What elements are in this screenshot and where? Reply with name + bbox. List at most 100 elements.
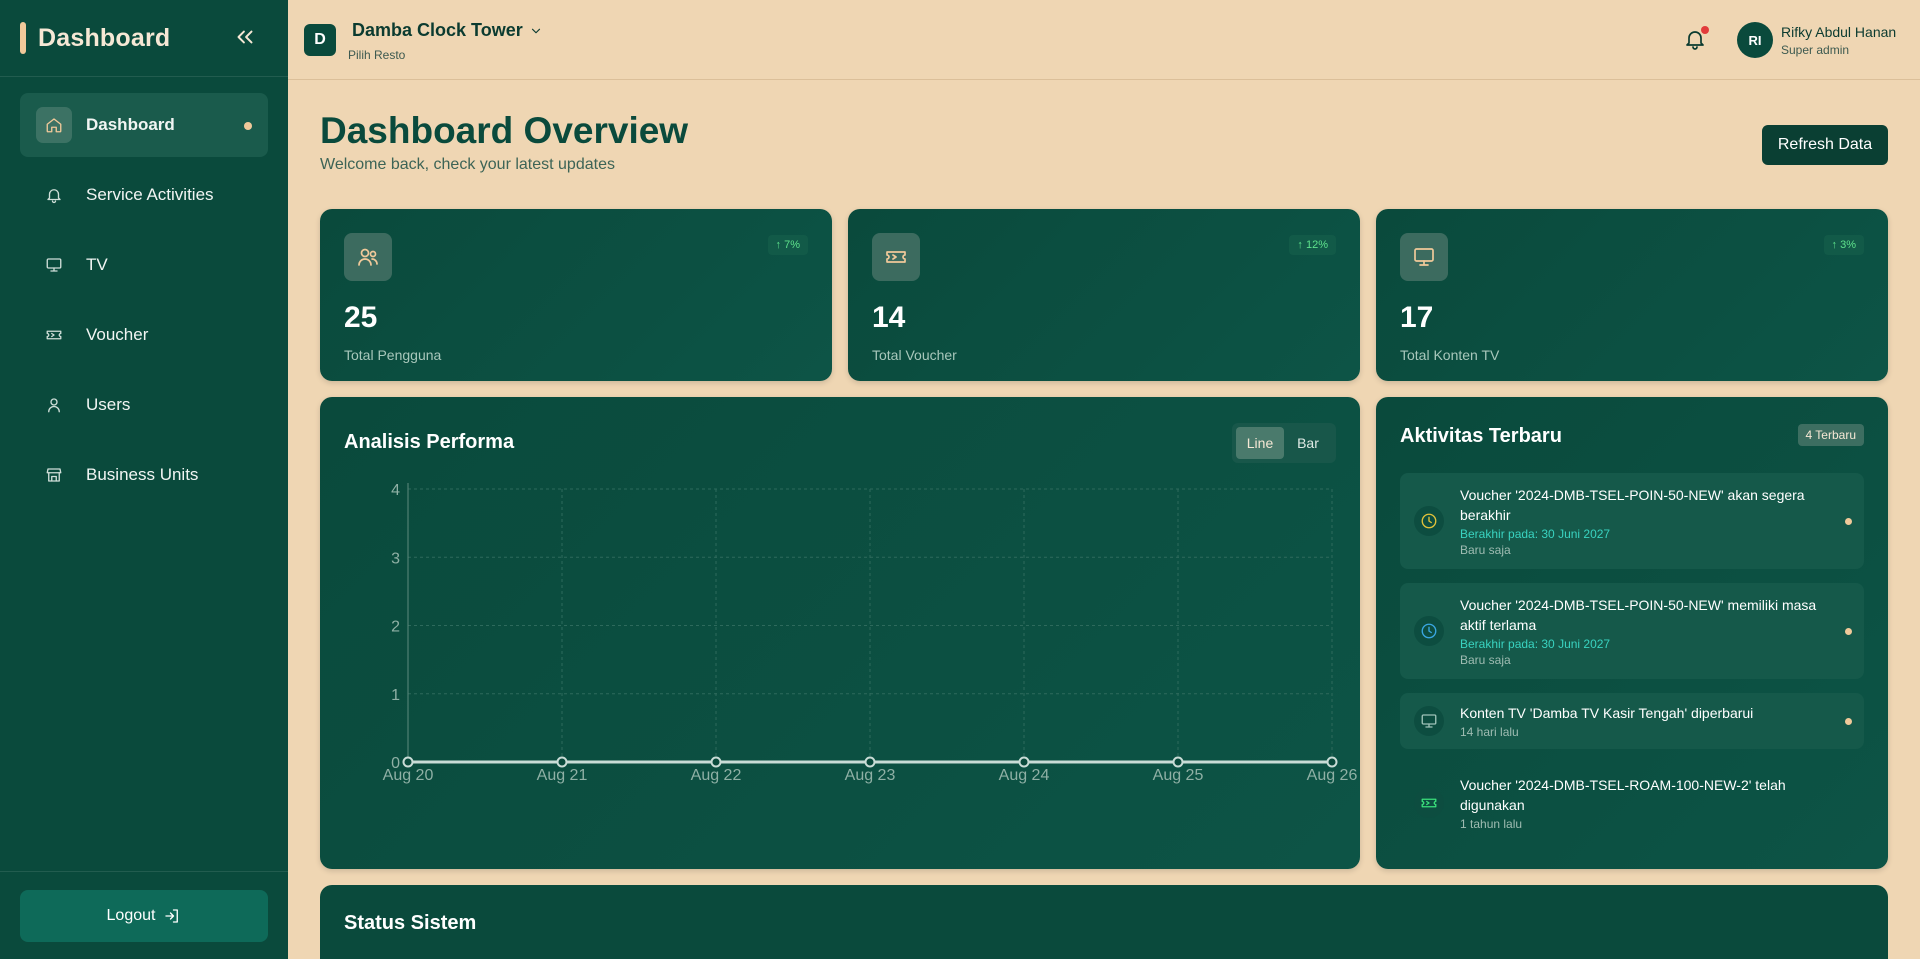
activity-title: Voucher '2024-DMB-TSEL-ROAM-100-NEW-2' t… <box>1460 777 1786 813</box>
stat-change-badge: ↑ 3% <box>1823 235 1864 255</box>
sidebar-item-tv[interactable]: TV <box>20 233 268 297</box>
sidebar: Dashboard Dashboard Service Activities T… <box>0 0 288 959</box>
x-tick-label: Aug 20 <box>383 767 434 784</box>
active-indicator-dot <box>244 122 252 130</box>
stat-label: Total Pengguna <box>344 347 442 363</box>
user-name: Rifky Abdul Hanan <box>1781 23 1897 40</box>
resto-name: Damba Clock Tower <box>352 20 543 41</box>
data-point <box>864 756 876 768</box>
activity-time: Baru saja <box>1460 653 1511 667</box>
stat-change-badge: ↑ 7% <box>767 235 808 255</box>
stat-value: 25 <box>344 301 378 334</box>
activity-time: 14 hari lalu <box>1460 725 1519 739</box>
sidebar-item-label: Dashboard <box>86 115 175 134</box>
logout-area: Logout <box>0 871 288 959</box>
y-tick-label: 2 <box>391 619 400 636</box>
resto-selector[interactable]: D Damba Clock Tower Pilih Resto <box>304 20 543 62</box>
system-status-card: Status Sistem <box>320 885 1888 959</box>
activity-meta: Berakhir pada: 30 Juni 2027 <box>1460 527 1611 541</box>
resto-subtitle: Pilih Resto <box>348 48 406 62</box>
system-status-title: Status Sistem <box>344 912 477 934</box>
monitor-icon <box>36 247 72 283</box>
activity-item[interactable]: Voucher '2024-DMB-TSEL-POIN-50-NEW' memi… <box>1400 583 1864 679</box>
clock-icon <box>1414 506 1444 536</box>
sidebar-nav: Dashboard Service Activities TV Voucher <box>0 77 288 507</box>
activities-title: Aktivitas Terbaru <box>1400 425 1562 447</box>
sidebar-item-service-activities[interactable]: Service Activities <box>20 163 268 227</box>
x-tick-label: Aug 22 <box>691 767 742 784</box>
stat-change-value: 7% <box>784 239 800 251</box>
y-tick-label: 3 <box>391 550 400 567</box>
stat-change-value: 3% <box>1840 239 1856 251</box>
activities-count-badge: 4 Terbaru <box>1797 424 1864 446</box>
resto-name-text: Damba Clock Tower <box>352 20 523 40</box>
monitor-icon <box>1400 233 1448 281</box>
top-bar: D Damba Clock Tower Pilih Resto RI Rifky… <box>288 0 1920 80</box>
user-icon <box>36 387 72 423</box>
x-tick-label: Aug 25 <box>1153 767 1204 784</box>
stat-value: 14 <box>872 301 906 334</box>
users-icon <box>344 233 392 281</box>
notification-bell-icon[interactable] <box>1683 26 1711 54</box>
collapse-sidebar-icon[interactable] <box>232 24 258 50</box>
ticket-icon <box>872 233 920 281</box>
data-point <box>556 756 568 768</box>
activity-title: Konten TV 'Damba TV Kasir Tengah' diperb… <box>1460 705 1754 721</box>
user-role: Super admin <box>1781 42 1850 57</box>
resto-badge: D <box>304 24 336 56</box>
activity-item[interactable]: Voucher '2024-DMB-TSEL-ROAM-100-NEW-2' t… <box>1400 763 1864 843</box>
stat-change-badge: ↑ 12% <box>1289 235 1336 255</box>
page-title: Dashboard Overview <box>320 110 689 151</box>
stat-value: 17 <box>1400 301 1434 334</box>
x-tick-label: Aug 24 <box>999 767 1050 784</box>
notification-dot <box>1701 26 1709 34</box>
sidebar-item-business-units[interactable]: Business Units <box>20 443 268 507</box>
x-tick-label: Aug 23 <box>845 767 896 784</box>
performance-card: Analisis Performa Line Bar 0 1 2 3 4 Aug 20 Au… <box>320 397 1360 869</box>
ticket-icon <box>1414 788 1444 818</box>
data-point <box>710 756 722 768</box>
activity-time: 1 tahun lalu <box>1460 817 1523 831</box>
sidebar-accent-bar <box>20 22 26 54</box>
activity-item[interactable]: Voucher '2024-DMB-TSEL-POIN-50-NEW' akan… <box>1400 473 1864 569</box>
unread-dot <box>1845 628 1852 635</box>
sidebar-item-label: TV <box>86 255 108 274</box>
sidebar-item-users[interactable]: Users <box>20 373 268 437</box>
home-icon <box>36 107 72 143</box>
stat-change-value: 12% <box>1305 239 1328 251</box>
performance-line-chart: 01234Aug 20 Aug 21 Aug 22 Aug 23 Aug 24 Aug 2… <box>383 482 1358 784</box>
data-point <box>1018 756 1030 768</box>
activities-card: Aktivitas Terbaru 4 Terbaru Voucher '202… <box>1376 397 1888 869</box>
x-tick-label: Aug 26 <box>1307 767 1358 784</box>
bell-icon <box>36 177 72 213</box>
stat-card-users: ↑ 7% 25 Total Pengguna <box>320 209 832 381</box>
stat-label: Total Voucher <box>872 347 957 363</box>
logout-button[interactable]: Logout <box>20 889 268 942</box>
sidebar-item-label: Voucher <box>86 325 149 344</box>
stat-label: Total Konten TV <box>1400 347 1500 363</box>
activity-meta: Berakhir pada: 30 Juni 2027 <box>1460 637 1611 651</box>
chevron-down-icon <box>531 28 540 33</box>
y-tick-label: 4 <box>391 482 400 499</box>
activity-time: Baru saja <box>1460 543 1511 557</box>
stat-card-tv-content: ↑ 3% 17 Total Konten TV <box>1376 209 1888 381</box>
logout-label: Logout <box>106 906 156 924</box>
y-tick-label: 1 <box>391 687 400 704</box>
logout-icon <box>165 908 179 923</box>
sidebar-item-dashboard[interactable]: Dashboard <box>20 93 268 157</box>
unread-dot <box>1845 518 1852 525</box>
sidebar-header: Dashboard <box>0 0 288 76</box>
ticket-icon <box>36 317 72 353</box>
store-icon <box>36 457 72 493</box>
activity-title: Voucher '2024-DMB-TSEL-POIN-50-NEW' memi… <box>1460 597 1817 633</box>
activity-title: Voucher '2024-DMB-TSEL-POIN-50-NEW' akan… <box>1460 487 1805 523</box>
sidebar-title: Dashboard <box>38 23 171 52</box>
sidebar-item-voucher[interactable]: Voucher <box>20 303 268 367</box>
stat-card-voucher: ↑ 12% 14 Total Voucher <box>848 209 1360 381</box>
data-point <box>402 756 414 768</box>
clock-icon <box>1414 616 1444 646</box>
user-menu[interactable]: RI Rifky Abdul Hanan Super admin <box>1737 22 1896 58</box>
refresh-data-button[interactable]: Refresh Data <box>1762 125 1888 165</box>
activity-item[interactable]: Konten TV 'Damba TV Kasir Tengah' diperb… <box>1400 693 1864 749</box>
x-tick-label: Aug 21 <box>537 767 588 784</box>
